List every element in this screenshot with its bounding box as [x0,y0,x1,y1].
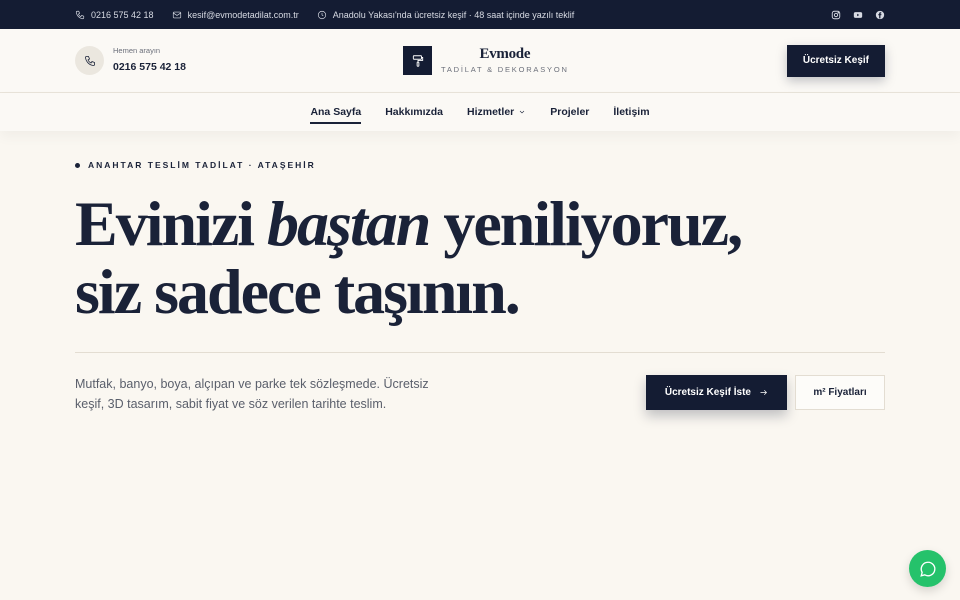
chevron-down-icon [520,110,525,114]
nav-services-label: Hizmetler [467,106,515,118]
hero-eyebrow-text: ANAHTAR TESLİM TADİLAT · ATAŞEHİR [88,160,316,170]
hero-section: ANAHTAR TESLİM TADİLAT · ATAŞEHİR Eviniz… [0,131,960,414]
call-label: Hemen arayın [113,46,161,55]
hero-headline: Evinizi baştan yeniliyoruz, siz sadece t… [75,190,885,326]
brand-tagline: TADİLAT & DEKORASYON [441,65,569,74]
topbar-notice: Anadolu Yakası'nda ücretsiz keşif · 48 s… [317,9,575,20]
m2-prices-button[interactable]: m² Fiyatları [795,375,885,410]
free-survey-button[interactable]: Ücretsiz Keşif [786,44,885,77]
nav-contact[interactable]: İletişim [613,100,649,124]
site-header: Hemen arayın 0216 575 42 18 Evmode TADİL… [0,29,960,93]
topbar-email-text: kesif@evmodetadilat.com.tr [187,9,299,20]
facebook-icon[interactable] [875,10,885,20]
clock-icon [317,10,326,19]
main-nav: Ana Sayfa Hakkımızda Hizmetler Projeler … [0,93,960,131]
call-phone: 0216 575 42 18 [113,61,186,73]
hero-row: Mutfak, banyo, boya, alçıpan ve parke te… [75,374,885,414]
headline-emphasis: baştan [267,188,431,259]
topbar-notice-text: Anadolu Yakası'nda ücretsiz keşif · 48 s… [332,9,575,20]
hero-lead: Mutfak, banyo, boya, alçıpan ve parke te… [75,377,429,411]
nav-home-label: Ana Sayfa [310,106,362,118]
arrow-right-icon [760,390,767,395]
phone-icon [75,10,85,19]
headline-part1: Evinizi [75,188,268,259]
hero-actions: Ücretsiz Keşif İste m² Fiyatları [645,375,885,410]
request-survey-label: Ücretsiz Keşif İste [664,387,751,398]
topbar-phone[interactable]: 0216 575 42 18 [75,10,154,20]
phone-icon [75,46,104,75]
request-survey-button[interactable]: Ücretsiz Keşif İste [645,375,787,410]
social-links [831,10,885,20]
bullet-dot [75,162,80,168]
nav-home[interactable]: Ana Sayfa [310,100,361,124]
whatsapp-chat-button[interactable] [909,550,946,587]
paint-roller-icon [403,46,432,75]
brand-logo[interactable]: Evmode TADİLAT & DEKORASYON [403,46,569,75]
call-block[interactable]: Hemen arayın 0216 575 42 18 [75,46,186,75]
hero-divider [75,352,885,353]
nav-services[interactable]: Hizmetler [467,100,526,124]
nav-projects-label: Projeler [550,106,590,118]
mail-icon [172,11,181,18]
nav-about[interactable]: Hakkımızda [385,100,443,124]
youtube-icon[interactable] [853,10,863,20]
nav-projects[interactable]: Projeler [550,100,589,124]
top-bar: 0216 575 42 18 kesif@evmodetadilat.com.t… [0,0,960,29]
nav-about-label: Hakkımızda [385,106,443,118]
topbar-email[interactable]: kesif@evmodetadilat.com.tr [172,10,299,20]
topbar-phone-text: 0216 575 42 18 [91,9,154,20]
headline-line2: siz sadece taşının. [75,256,521,327]
headline-part2: yeniliyoruz, [429,188,743,259]
brand-name: Evmode [479,46,531,62]
chat-bubble-icon [919,561,935,577]
nav-contact-label: İletişim [613,106,650,118]
hero-eyebrow: ANAHTAR TESLİM TADİLAT · ATAŞEHİR [75,160,885,170]
instagram-icon[interactable] [831,10,841,20]
